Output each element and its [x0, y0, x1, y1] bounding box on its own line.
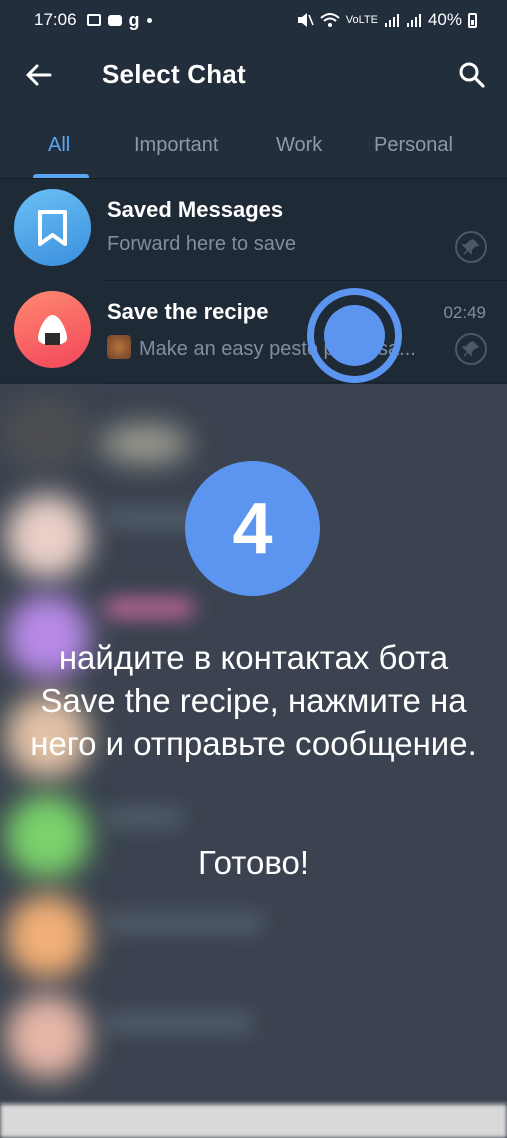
onigiri-icon: [38, 315, 67, 345]
tab-work[interactable]: Work: [276, 134, 322, 157]
blurred-text: [104, 914, 264, 932]
back-arrow-icon[interactable]: [24, 60, 54, 90]
avatar: [14, 189, 91, 266]
app-bar: Select Chat: [0, 40, 507, 110]
g-app-icon: g: [128, 9, 140, 30]
chat-name: Save the recipe: [107, 299, 269, 324]
pin-icon: [455, 333, 487, 365]
blurred-avatar: [0, 394, 90, 474]
more-notifications-icon: [146, 17, 152, 23]
battery-percent: 40%: [427, 10, 462, 29]
volte-icon: VoLTE: [345, 14, 378, 26]
navigation-bar: [0, 1104, 507, 1138]
folder-tabs: All Important Work Personal: [0, 110, 507, 179]
step-number-badge: 4: [185, 461, 320, 596]
battery-icon: [468, 12, 477, 28]
page-title: Select Chat: [102, 59, 246, 89]
chat-time: 02:49: [443, 303, 486, 322]
blurred-avatar: [5, 494, 90, 579]
search-icon[interactable]: [457, 60, 487, 90]
tap-indicator-dot: [324, 305, 385, 366]
chat-name: Saved Messages: [107, 197, 284, 222]
chat-preview: Forward here to save: [107, 233, 296, 255]
signal-2-icon: [406, 13, 421, 27]
tab-all[interactable]: All: [48, 134, 70, 157]
blurred-avatar: [5, 894, 90, 979]
blurred-avatar: [100, 424, 190, 464]
system-icons: VoLTE 40%: [296, 10, 477, 30]
blurred-text: [104, 599, 194, 617]
tab-personal[interactable]: Personal: [374, 134, 453, 157]
done-text: Готово!: [197, 844, 310, 881]
message-icon: [107, 14, 122, 26]
divider: [104, 382, 507, 383]
gallery-icon: [86, 14, 101, 26]
signal-icon: [384, 13, 399, 27]
pin-icon: [455, 231, 487, 263]
bookmark-icon: [38, 210, 67, 246]
mute-icon: [297, 13, 314, 27]
instruction-text: найдите в контактах бота Save the recipe…: [30, 639, 477, 762]
blurred-avatar: [5, 994, 90, 1079]
status-bar: 17:06 g VoLTE 40%: [0, 0, 507, 40]
wifi-icon: [320, 13, 340, 27]
active-tab-indicator: [33, 174, 89, 178]
chat-row-save-the-recipe[interactable]: Save the recipe 02:49 Make an easy pesto…: [0, 281, 507, 383]
food-thumbnail: [107, 335, 131, 359]
chat-row-saved-messages[interactable]: Saved Messages Forward here to save: [0, 179, 507, 281]
blurred-text: [104, 809, 184, 827]
status-time: 17:06: [34, 10, 77, 29]
notification-icons: g: [86, 9, 152, 31]
avatar: [14, 291, 91, 368]
tab-important[interactable]: Important: [134, 134, 218, 157]
blurred-text: [104, 1014, 254, 1032]
